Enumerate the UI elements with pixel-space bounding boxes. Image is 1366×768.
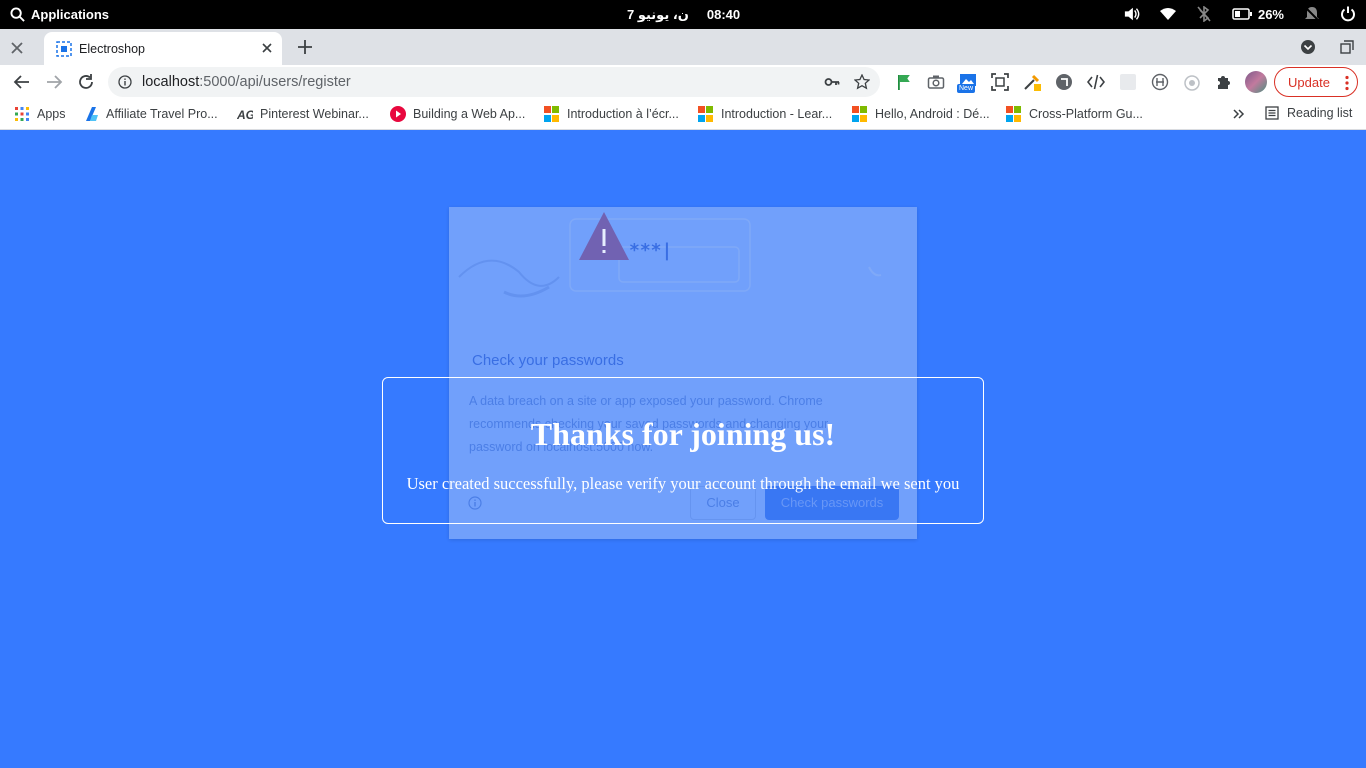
bookmarks-bar: Apps Affiliate Travel Pro... AG Pinteres… [0, 99, 1366, 130]
search-icon [10, 7, 25, 22]
screen-capture-icon[interactable] [991, 73, 1009, 91]
reload-icon[interactable] [77, 73, 95, 91]
success-message-card: Thanks for joining us! User created succ… [382, 377, 984, 524]
color-picker-icon[interactable] [1023, 73, 1041, 91]
ag-favicon-icon: AG [237, 108, 253, 122]
bookmark-item[interactable]: Affiliate Travel Pro... [83, 106, 218, 122]
restore-window-icon[interactable] [1340, 40, 1354, 54]
new-tab-icon[interactable] [296, 38, 314, 56]
clock[interactable]: ن، يونيو 7 08:40 [627, 7, 740, 23]
browser-toolbar: localhost:5000/api/users/register New Up… [0, 65, 1366, 99]
update-button[interactable]: Update [1274, 67, 1358, 97]
url-path: :5000/api/users/register [199, 74, 351, 90]
timer-extension-icon[interactable] [1183, 73, 1201, 91]
password-breach-illustration: ***| [458, 212, 882, 298]
reading-list-icon [1265, 106, 1279, 120]
tab-title: Electroshop [79, 42, 146, 56]
more-menu-icon[interactable] [1345, 75, 1349, 91]
microsoft-logo-icon [698, 106, 714, 122]
bookmark-label: Hello, Android : Dé... [875, 107, 990, 121]
power-icon[interactable] [1340, 6, 1356, 22]
microsoft-logo-icon [1006, 106, 1022, 122]
tab-electroshop[interactable]: Electroshop [44, 32, 282, 65]
code-icon[interactable] [1087, 73, 1105, 91]
tab-search-icon[interactable] [1300, 39, 1316, 55]
bookmark-apps[interactable]: Apps [14, 106, 66, 122]
red-circle-favicon-icon [390, 106, 406, 122]
camera-extension-icon[interactable] [927, 73, 945, 91]
battery-indicator[interactable]: 26% [1232, 7, 1284, 22]
forward-icon[interactable] [45, 73, 63, 91]
bookmark-label: Introduction à l’écr... [567, 107, 679, 121]
grid-extension-icon[interactable] [1119, 73, 1137, 91]
extensions-puzzle-icon[interactable] [1215, 73, 1233, 91]
microsoft-logo-icon [544, 106, 560, 122]
battery-icon [1232, 8, 1252, 20]
reading-list-label: Reading list [1287, 106, 1353, 120]
date-label: ن، يونيو 7 [627, 7, 689, 22]
battery-percent: 26% [1257, 6, 1284, 22]
bookmark-star-icon[interactable] [854, 74, 870, 90]
address-bar[interactable]: localhost:5000/api/users/register [108, 67, 880, 97]
system-tray: 26% [1124, 6, 1356, 22]
masked-password-text: ***| [629, 240, 672, 261]
bookmark-item[interactable]: Hello, Android : Dé... [852, 106, 990, 122]
bookmark-label: Apps [37, 107, 66, 121]
bookmark-item[interactable]: Introduction - Lear... [698, 106, 832, 122]
favicon-icon [56, 41, 72, 57]
bookmark-item[interactable]: Building a Web Ap... [390, 106, 525, 122]
password-key-icon[interactable] [824, 74, 840, 90]
profile-avatar[interactable] [1245, 71, 1267, 93]
volume-icon[interactable] [1124, 6, 1140, 22]
applications-menu[interactable]: Applications [10, 7, 109, 22]
notifications-off-icon[interactable] [1304, 6, 1320, 22]
back-icon[interactable] [13, 73, 31, 91]
chevron-double-right-icon[interactable] [1231, 107, 1245, 121]
url-text[interactable]: localhost:5000/api/users/register [142, 74, 351, 90]
new-badge: New [957, 84, 976, 93]
success-heading: Thanks for joining us! [530, 416, 836, 452]
close-window-icon[interactable] [8, 39, 26, 57]
hash-circle-icon[interactable] [1151, 73, 1169, 91]
tab-strip: Electroshop [0, 29, 1366, 65]
site-info-icon[interactable] [118, 75, 132, 89]
time-label: 08:40 [706, 7, 741, 22]
url-host: localhost [142, 74, 200, 90]
bookmark-label: Building a Web Ap... [413, 107, 526, 121]
svg-text:AG: AG [237, 108, 253, 122]
success-message: User created successfully, please verify… [406, 474, 960, 493]
bluetooth-off-icon[interactable] [1196, 6, 1212, 22]
affiliate-favicon-icon [86, 107, 98, 121]
bookmark-label: Introduction - Lear... [721, 107, 833, 121]
extension-circle-icon[interactable] [1055, 73, 1073, 91]
bookmark-label: Pinterest Webinar... [260, 107, 369, 121]
wifi-icon[interactable] [1159, 6, 1176, 22]
apps-grid-icon [15, 107, 29, 121]
update-label: Update [1288, 75, 1330, 90]
page-content: ***| Check your passwords A data breach … [0, 131, 1366, 768]
flag-extension-icon[interactable] [895, 73, 913, 91]
reading-list-button[interactable]: Reading list [1265, 106, 1352, 120]
bookmark-label: Cross-Platform Gu... [1029, 107, 1143, 121]
bookmark-item[interactable]: AG Pinterest Webinar... [237, 106, 369, 122]
bookmark-item[interactable]: Cross-Platform Gu... [1006, 106, 1143, 122]
bookmark-label: Affiliate Travel Pro... [106, 107, 218, 121]
dialog-title: Check your passwords [472, 352, 624, 369]
os-top-bar: Applications ن، يونيو 7 08:40 26% [0, 0, 1366, 29]
applications-label: Applications [31, 7, 110, 22]
bookmark-item[interactable]: Introduction à l’écr... [544, 106, 679, 122]
microsoft-logo-icon [852, 106, 868, 122]
tab-close-icon[interactable] [260, 41, 274, 55]
